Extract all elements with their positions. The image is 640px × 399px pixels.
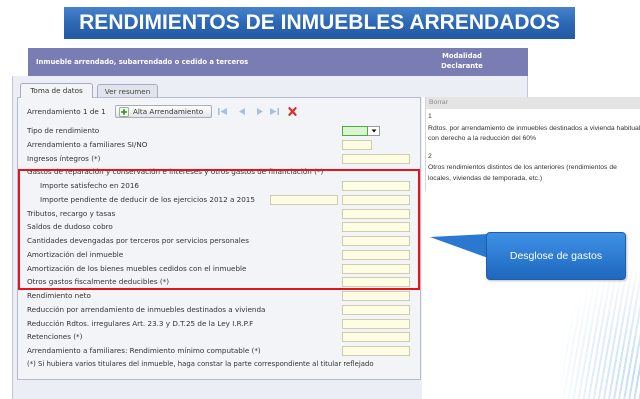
next-record-icon[interactable] [254, 107, 265, 116]
retenciones-input[interactable] [342, 332, 410, 343]
reduccion-irregulares-input[interactable] [342, 318, 410, 329]
arrendamiento-familiares-input[interactable] [342, 139, 372, 150]
section-header: Inmueble arrendado, subarrendado o cedid… [28, 48, 528, 76]
field-row-tipo-rendimiento: Tipo de rendimiento [27, 124, 419, 138]
record-counter: Arrendamiento 1 de 1 [27, 107, 106, 116]
slide: RENDIMIENTOS DE INMUEBLES ARRENDADOS Inm… [0, 0, 640, 399]
expense-breakdown-highlight-box [18, 169, 420, 290]
ingresos-integros-input[interactable] [342, 153, 410, 164]
field-row-arrendamiento-familiares: Arrendamiento a familiares SI/NO [27, 138, 419, 152]
option-text-line: locales, viviendas de temporada, etc.) [428, 174, 543, 182]
tipo-rendimiento-dropdown-list: Borrar 1 Rdtos. por arrendamiento de inm… [425, 97, 640, 191]
rendimiento-minimo-input[interactable] [342, 346, 410, 356]
footnote: (*) Si hubiera varios titulares del inmu… [27, 359, 374, 368]
option-number: 2 [428, 152, 432, 160]
previous-record-icon[interactable] [237, 107, 248, 116]
tab-ver-resumen[interactable]: Ver resumen [97, 84, 158, 97]
field-label: Rendimiento neto [27, 291, 91, 300]
add-arrendamiento-label: Alta Arrendamiento [133, 107, 204, 116]
field-row-rendimiento-minimo: Arrendamiento a familiares: Rendimiento … [27, 344, 419, 358]
field-row-reduccion-vivienda: Reducción por arrendamiento de inmuebles… [27, 303, 419, 317]
plus-icon [119, 106, 129, 117]
tab-toma-de-datos[interactable]: Toma de datos [20, 83, 93, 98]
field-label: Reducción Rdtos. irregulares Art. 23.3 y… [27, 318, 254, 328]
decorative-pattern [560, 268, 640, 399]
field-label: Arrendamiento a familiares SI/NO [27, 139, 148, 149]
field-row-ingresos-integros: Ingresos íntegros (*) [27, 152, 419, 166]
first-record-icon[interactable] [217, 107, 228, 116]
dropdown-arrow-icon[interactable] [368, 126, 380, 136]
option-text-line: Rdtos. por arrendamiento de inmuebles de… [428, 124, 640, 132]
delete-record-icon[interactable] [287, 107, 298, 116]
callout-text: Desglose de gastos [509, 250, 603, 262]
field-label: Retenciones (*) [27, 332, 83, 342]
option-text-line: Otros rendimientos distintos de los ante… [428, 164, 617, 171]
section-title: Inmueble arrendado, subarrendado o cedid… [36, 58, 249, 66]
dropdown-option-1[interactable]: 1 Rdtos. por arrendamiento de inmuebles … [426, 112, 640, 145]
tipo-rendimiento-select[interactable] [342, 126, 368, 136]
option-text-line: con derecho a la reducción del 60% [428, 135, 537, 142]
modality-line-1: Modalidad [442, 52, 482, 60]
field-label: Reducción por arrendamiento de inmuebles… [27, 304, 266, 314]
option-number: 1 [428, 113, 432, 120]
modality-label: Modalidad Declarante [427, 52, 497, 71]
field-label: Ingresos íntegros (*) [27, 153, 101, 163]
field-label: Arrendamiento a familiares: Rendimiento … [27, 346, 261, 355]
field-row-retenciones: Retenciones (*) [27, 330, 419, 344]
add-arrendamiento-button[interactable]: Alta Arrendamiento [115, 105, 212, 118]
dropdown-option-borrar[interactable]: Borrar [426, 97, 640, 109]
field-label: Tipo de rendimiento [27, 126, 100, 135]
modality-line-2: Declarante [441, 61, 483, 70]
slide-title-banner: RENDIMIENTOS DE INMUEBLES ARRENDADOS [64, 7, 575, 39]
footnote-row: (*) Si hubiera varios titulares del inmu… [27, 358, 419, 372]
callout-desglose-gastos: Desglose de gastos [486, 232, 626, 280]
dropdown-option-2[interactable]: 2 Otros rendimientos distintos de los an… [426, 152, 640, 185]
slide-title: RENDIMIENTOS DE INMUEBLES ARRENDADOS [79, 11, 560, 34]
field-row-rendimiento-neto: Rendimiento neto [27, 289, 419, 303]
callout-pointer [430, 234, 488, 258]
reduccion-vivienda-input[interactable] [342, 304, 410, 315]
last-record-icon[interactable] [269, 107, 280, 116]
field-row-reduccion-irregulares: Reducción Rdtos. irregulares Art. 23.3 y… [27, 317, 419, 331]
rendimiento-neto-input[interactable] [342, 291, 410, 301]
